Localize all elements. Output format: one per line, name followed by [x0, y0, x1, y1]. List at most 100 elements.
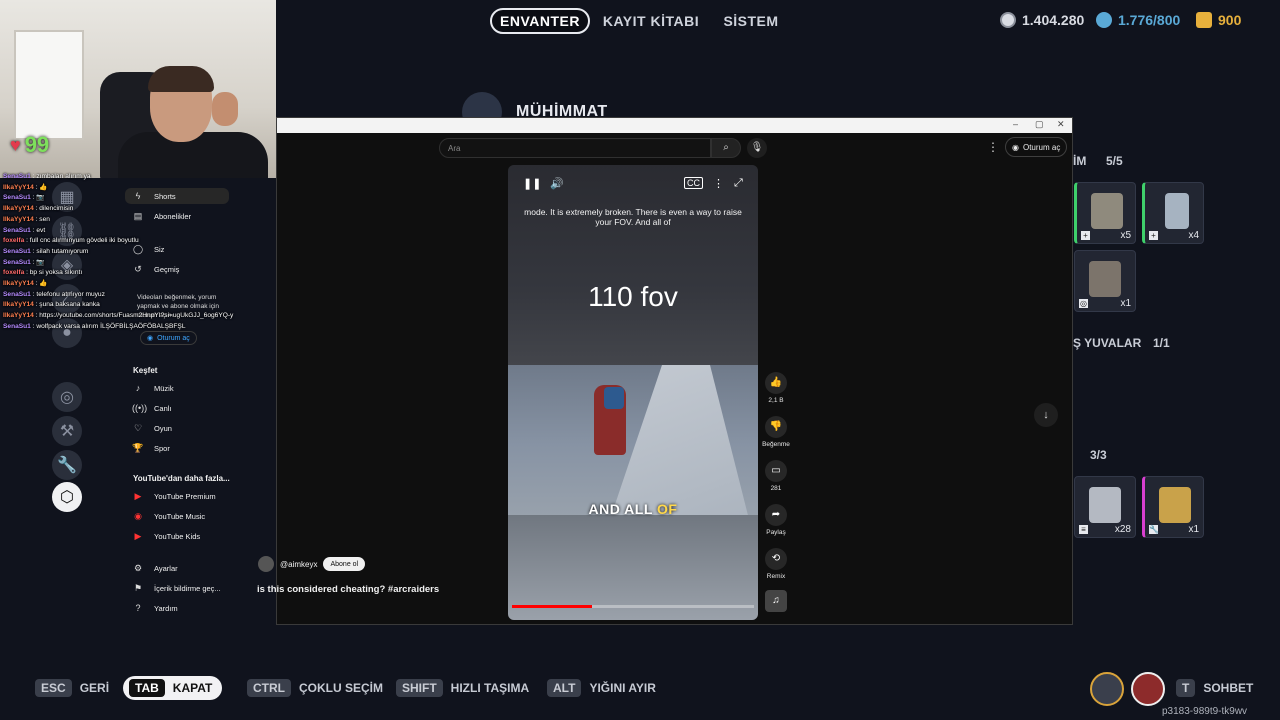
chat-username[interactable]: SenaSu1 — [3, 173, 31, 180]
item-icon — [1091, 193, 1123, 229]
player-avatar[interactable] — [1131, 672, 1165, 706]
chat-username[interactable]: SenaSu1 — [3, 323, 31, 330]
hint-close[interactable]: TAB KAPAT — [123, 676, 223, 700]
next-video-button[interactable]: ↓ — [1034, 403, 1058, 427]
chat-message: IlkaYyY14 : 👍 — [3, 183, 273, 194]
hint-multi-select[interactable]: CTRL ÇOKLU SEÇİM — [247, 679, 383, 697]
sidebar-item-label: Canlı — [154, 403, 172, 413]
tab-sistem[interactable]: SİSTEM — [718, 8, 784, 34]
item-icon — [1089, 261, 1121, 297]
hint-chat[interactable]: T SOHBET — [1176, 679, 1253, 697]
sidebar-item-sports[interactable]: 🏆 Spor — [132, 440, 228, 456]
hint-back[interactable]: ESC GERİ — [35, 679, 109, 697]
sidebar-signin-button[interactable]: ◉ Oturum aç — [140, 331, 197, 345]
chat-username[interactable]: IlkaYyY14 — [3, 312, 34, 319]
dislike-button[interactable]: 👎 Beğenme — [762, 416, 790, 448]
sidebar-item-report[interactable]: ⚑ İçerik bildirme geç... — [132, 580, 228, 596]
chat-username[interactable]: SenaSu1 — [3, 259, 31, 266]
music-icon: ♪ — [135, 383, 141, 393]
sidebar-item-live[interactable]: ((•)) Canlı — [132, 400, 228, 416]
chat-message: SenaSu1 : silah tutamıyorum — [3, 247, 273, 258]
sidebar-item-label: Spor — [154, 443, 170, 453]
radar-icon[interactable]: ◎ — [52, 382, 82, 412]
chat-username[interactable]: SenaSu1 — [3, 194, 31, 201]
mic-icon[interactable]: 🎙 — [747, 138, 767, 158]
video-frame-sky — [508, 165, 758, 375]
sidebar-item-yt-kids[interactable]: ▶ YouTube Kids — [132, 528, 228, 544]
share-button[interactable]: ➦ Paylaş — [762, 504, 790, 536]
sidebar-item-help[interactable]: ? Yardım — [132, 600, 228, 616]
chat-message: foxelfa : bp si yoksa sıkıntı — [3, 268, 273, 279]
chat-username[interactable]: SenaSu1 — [3, 291, 31, 298]
video-progress-bar[interactable] — [512, 605, 754, 608]
comment-button[interactable]: ▭ 281 — [762, 460, 790, 492]
inventory-slot[interactable]: ◎ x1 — [1074, 250, 1136, 312]
sidebar-item-premium[interactable]: ▶ YouTube Premium — [132, 488, 228, 504]
slot-mark: 🔧 — [1149, 525, 1159, 534]
inventory-slot[interactable]: 🔧 x1 — [1142, 476, 1204, 538]
remix-label: Remix — [766, 573, 786, 580]
tab-envanter[interactable]: ENVANTER — [490, 8, 590, 34]
signin-label: Oturum aç — [1022, 142, 1061, 152]
search-input[interactable]: Ara — [439, 138, 711, 158]
tool-icon[interactable]: ⚒ — [52, 416, 82, 446]
video-title[interactable]: is this considered cheating? #arcraiders — [257, 584, 439, 595]
chat-text: sen — [39, 215, 50, 223]
slot-count: x1 — [1188, 524, 1199, 535]
item-icon — [1159, 487, 1191, 523]
channel-avatar[interactable] — [258, 556, 274, 572]
tab-kayit-kitabi[interactable]: KAYIT KİTABI — [600, 8, 702, 34]
hint-label: ÇOKLU SEÇİM — [299, 681, 383, 695]
channel-name[interactable]: @aimkeyx — [280, 560, 317, 569]
video-caption: mode. It is extremely broken. There is e… — [524, 207, 742, 227]
sidebar-item-yt-music[interactable]: ◉ YouTube Music — [132, 508, 228, 524]
captions-icon[interactable]: CC — [684, 177, 703, 189]
more-vert-icon[interactable]: ⋮ — [987, 140, 999, 154]
sidebar-item-label: Yardım — [154, 603, 178, 613]
chat-username[interactable]: IlkaYyY14 — [3, 205, 34, 212]
chat-username[interactable]: foxelfa — [3, 237, 24, 244]
fullscreen-icon[interactable]: ⤢ — [734, 177, 743, 190]
sidebar-item-label: İçerik bildirme geç... — [154, 583, 221, 593]
wrench-icon[interactable]: 🔧 — [52, 450, 82, 480]
key-badge: ESC — [35, 679, 72, 697]
sound-thumbnail[interactable]: ♫ — [762, 590, 790, 615]
hint-split-stack[interactable]: ALT YIĞINI AYIR — [547, 679, 656, 697]
chat-username[interactable]: IlkaYyY14 — [3, 216, 34, 223]
sidebar-item-gaming[interactable]: ♡ Oyun — [132, 420, 228, 436]
player-avatar[interactable] — [1090, 672, 1124, 706]
sidebar-item-settings[interactable]: ⚙ Ayarlar — [132, 560, 228, 576]
hint-quick-move[interactable]: SHIFT HIZLI TAŞIMA — [396, 679, 529, 697]
volume-icon[interactable]: 🔊 — [550, 177, 564, 190]
more-heading: YouTube'dan daha fazla... — [133, 474, 230, 483]
chat-text: bp si yoksa sıkıntı — [29, 269, 83, 277]
chat-message: SenaSu1 : wolfpack varsa alırım İLŞÖFBİL… — [3, 322, 273, 333]
inventory-slot[interactable]: ≡ x28 — [1074, 476, 1136, 538]
chat-username[interactable]: IlkaYyY14 — [3, 184, 34, 191]
remix-button[interactable]: ⟲ Remix — [762, 548, 790, 580]
video-more-icon[interactable]: ⋮ — [713, 177, 724, 190]
like-button[interactable]: 👍 2,1 B — [762, 372, 790, 404]
maximize-icon[interactable]: ▢ — [1035, 119, 1044, 130]
pause-icon[interactable]: ❚❚ — [523, 177, 541, 190]
close-icon[interactable]: ✕ — [1057, 119, 1065, 130]
chat-username[interactable]: IlkaYyY14 — [3, 280, 34, 287]
chat-username[interactable]: SenaSu1 — [3, 227, 31, 234]
share-label: Paylaş — [766, 529, 786, 536]
chat-username[interactable]: foxelfa — [3, 269, 24, 276]
minimize-icon[interactable]: – — [1013, 119, 1018, 129]
shorts-video-player[interactable]: ❚❚ 🔊 CC ⋮ ⤢ mode. It is extremely broken… — [508, 165, 758, 620]
sidebar-item-label: YouTube Music — [154, 511, 206, 521]
chat-username[interactable]: IlkaYyY14 — [3, 301, 34, 308]
sidebar-item-music[interactable]: ♪ Müzik — [132, 380, 228, 396]
slot-mark: + — [1081, 231, 1090, 240]
inventory-slot[interactable]: + x5 — [1074, 182, 1136, 244]
cube-icon[interactable]: ⬡ — [52, 482, 82, 512]
subscribe-button[interactable]: Abone ol — [323, 557, 366, 571]
inventory-slot[interactable]: + x4 — [1142, 182, 1204, 244]
signin-button[interactable]: ◉ Oturum aç — [1005, 137, 1068, 157]
chat-message: IlkaYyY14 : https://youtube.com/shorts/F… — [3, 311, 273, 322]
search-icon[interactable]: ⌕ — [711, 138, 741, 158]
live-icon: ((•)) — [132, 403, 148, 413]
chat-username[interactable]: SenaSu1 — [3, 248, 31, 255]
